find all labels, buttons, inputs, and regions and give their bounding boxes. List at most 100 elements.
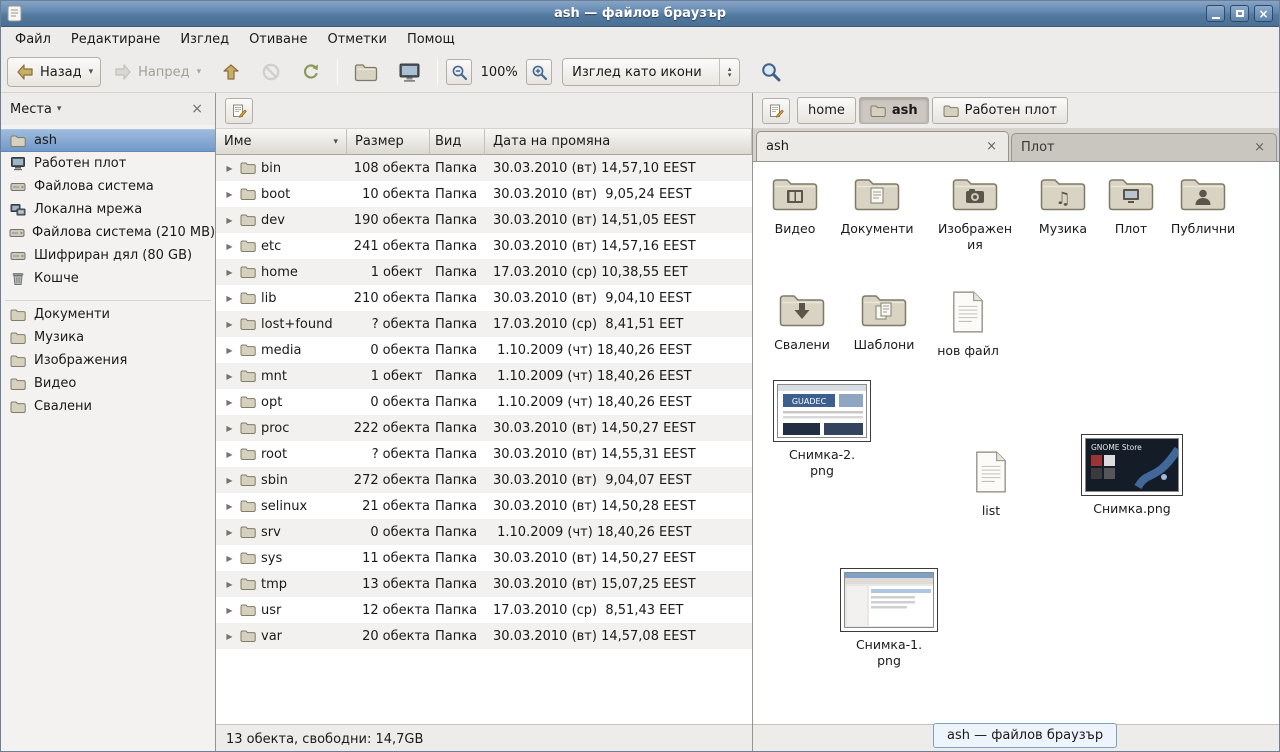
table-row[interactable]: ▶media0обектаПапка 1.10.2009 (чт) 18,40,… <box>216 337 752 363</box>
breadcrumb-button[interactable]: home <box>797 97 856 124</box>
table-row[interactable]: ▶srv0обектаПапка 1.10.2009 (чт) 18,40,26… <box>216 519 752 545</box>
column-header-date[interactable]: Дата на промяна <box>485 129 752 155</box>
table-row[interactable]: ▶sbin272обектаПапка30.03.2010 (вт) 9,04,… <box>216 467 752 493</box>
sidebar-item[interactable]: Музика <box>1 326 215 349</box>
expander-icon[interactable]: ▶ <box>224 216 235 225</box>
sidebar-item[interactable]: Файлова система (210 MB) <box>1 221 215 244</box>
expander-icon[interactable]: ▶ <box>224 528 235 537</box>
folder-item[interactable]: Изображен ия <box>937 174 1013 252</box>
image-file-item[interactable]: GUADECСнимка-2. png <box>770 380 874 478</box>
back-history-caret-icon[interactable]: ▾ <box>89 67 94 77</box>
expander-icon[interactable]: ▶ <box>224 398 235 407</box>
table-row[interactable]: ▶home1обектПапка17.03.2010 (ср) 10,38,55… <box>216 259 752 285</box>
expander-icon[interactable]: ▶ <box>224 372 235 381</box>
menubar-item[interactable]: Файл <box>5 29 61 50</box>
tab[interactable]: Плот× <box>1011 133 1277 161</box>
table-row[interactable]: ▶dev190обектаПапка30.03.2010 (вт) 14,51,… <box>216 207 752 233</box>
zoom-out-button[interactable] <box>446 59 472 85</box>
menubar-item[interactable]: Помощ <box>397 29 465 50</box>
expander-icon[interactable]: ▶ <box>224 450 235 459</box>
tab[interactable]: ash× <box>756 131 1009 161</box>
file-item[interactable]: list <box>953 450 1029 519</box>
table-row[interactable]: ▶tmp13обектаПапка30.03.2010 (вт) 15,07,2… <box>216 571 752 597</box>
table-row[interactable]: ▶opt0обектаПапка 1.10.2009 (чт) 18,40,26… <box>216 389 752 415</box>
table-row[interactable]: ▶mnt1обектПапка 1.10.2009 (чт) 18,40,26 … <box>216 363 752 389</box>
icon-view[interactable]: ВидеоДокументиИзображен ия♫МузикаПлотПуб… <box>753 162 1279 724</box>
menubar-item[interactable]: Отиване <box>239 29 317 50</box>
location-toggle-button[interactable] <box>225 98 253 124</box>
expander-icon[interactable]: ▶ <box>224 502 235 511</box>
sidebar-item[interactable]: Работен плот <box>1 152 215 175</box>
expander-icon[interactable]: ▶ <box>224 606 235 615</box>
places-caret-icon[interactable]: ▾ <box>57 104 62 114</box>
expander-icon[interactable]: ▶ <box>224 164 235 173</box>
zoom-level[interactable]: 100% <box>476 65 522 80</box>
column-header-type[interactable]: Вид <box>430 129 485 155</box>
up-button[interactable] <box>213 57 249 87</box>
forward-button[interactable]: Напред ▾ <box>105 57 209 87</box>
back-button[interactable]: Назад ▾ <box>7 57 101 87</box>
image-file-item[interactable]: GNOME StoreСнимка.png <box>1080 434 1184 517</box>
breadcrumb-button[interactable]: Работен плот <box>932 97 1068 124</box>
expander-icon[interactable]: ▶ <box>224 268 235 277</box>
sidebar-item[interactable]: Изображения <box>1 349 215 372</box>
expander-icon[interactable]: ▶ <box>224 580 235 589</box>
menubar-item[interactable]: Отметки <box>317 29 396 50</box>
maximize-button[interactable] <box>1230 5 1249 22</box>
stop-button[interactable] <box>253 57 289 87</box>
expander-icon[interactable]: ▶ <box>224 294 235 303</box>
table-row[interactable]: ▶usr12обектаПапка17.03.2010 (ср) 8,51,43… <box>216 597 752 623</box>
sidebar-item[interactable]: ash <box>1 129 215 152</box>
expander-icon[interactable]: ▶ <box>224 554 235 563</box>
expander-icon[interactable]: ▶ <box>224 346 235 355</box>
table-row[interactable]: ▶etc241обектаПапка30.03.2010 (вт) 14,57,… <box>216 233 752 259</box>
folder-item[interactable]: Видео <box>757 174 833 237</box>
table-row[interactable]: ▶proc222обектаПапка30.03.2010 (вт) 14,50… <box>216 415 752 441</box>
zoom-in-button[interactable] <box>526 59 552 85</box>
sidebar-close-icon[interactable]: × <box>188 102 206 116</box>
folder-item[interactable]: Шаблони <box>846 290 922 353</box>
menubar-item[interactable]: Редактиране <box>61 29 170 50</box>
folder-item[interactable]: Плот <box>1093 174 1169 237</box>
sidebar-item[interactable]: Видео <box>1 372 215 395</box>
folder-item[interactable]: Документи <box>839 174 915 237</box>
table-row[interactable]: ▶sys11обектаПапка30.03.2010 (вт) 14,50,2… <box>216 545 752 571</box>
expander-icon[interactable]: ▶ <box>224 424 235 433</box>
table-row[interactable]: ▶root?обектаПапка30.03.2010 (вт) 14,55,3… <box>216 441 752 467</box>
expander-icon[interactable]: ▶ <box>224 190 235 199</box>
sidebar-item[interactable]: Шифриран дял (80 GB) <box>1 244 215 267</box>
table-row[interactable]: ▶lost+found?обектаПапка17.03.2010 (ср) 8… <box>216 311 752 337</box>
sidebar-item[interactable]: Локална мрежа <box>1 198 215 221</box>
folder-item[interactable]: Свалени <box>764 290 840 353</box>
sidebar-item[interactable]: Свалени <box>1 395 215 418</box>
home-button[interactable] <box>346 57 386 87</box>
table-row[interactable]: ▶lib210обектаПапка30.03.2010 (вт) 9,04,1… <box>216 285 752 311</box>
location-toggle-button[interactable] <box>762 98 790 124</box>
table-row[interactable]: ▶bin108обектаПапка30.03.2010 (вт) 14,57,… <box>216 155 752 181</box>
search-button[interactable] <box>752 57 790 87</box>
titlebar[interactable]: ash — файлов браузър × <box>1 1 1279 27</box>
table-row[interactable]: ▶boot10обектаПапка30.03.2010 (вт) 9,05,2… <box>216 181 752 207</box>
table-row[interactable]: ▶selinux21обектаПапка30.03.2010 (вт) 14,… <box>216 493 752 519</box>
image-file-item[interactable]: Снимка-1. png <box>837 568 941 668</box>
expander-icon[interactable]: ▶ <box>224 632 235 641</box>
sidebar-item[interactable]: Документи <box>1 303 215 326</box>
view-mode-select[interactable]: Изглед като икони ▴▾ <box>562 58 740 86</box>
expander-icon[interactable]: ▶ <box>224 242 235 251</box>
table-row[interactable]: ▶var20обектаПапка30.03.2010 (вт) 14,57,0… <box>216 623 752 649</box>
sidebar-item[interactable]: Кошче <box>1 267 215 290</box>
file-item[interactable]: нов файл <box>930 290 1006 359</box>
expander-icon[interactable]: ▶ <box>224 476 235 485</box>
computer-button[interactable] <box>390 57 429 87</box>
tab-close-icon[interactable]: × <box>1252 141 1267 154</box>
minimize-button[interactable] <box>1206 5 1225 22</box>
folder-item[interactable]: Публични <box>1165 174 1241 237</box>
tab-close-icon[interactable]: × <box>984 140 999 153</box>
places-title[interactable]: Места <box>10 102 52 117</box>
menubar-item[interactable]: Изглед <box>170 29 239 50</box>
reload-button[interactable] <box>293 57 329 87</box>
breadcrumb-button[interactable]: ash <box>859 97 929 124</box>
expander-icon[interactable]: ▶ <box>224 320 235 329</box>
column-header-size[interactable]: Размер <box>347 129 430 155</box>
close-button[interactable]: × <box>1254 5 1273 22</box>
